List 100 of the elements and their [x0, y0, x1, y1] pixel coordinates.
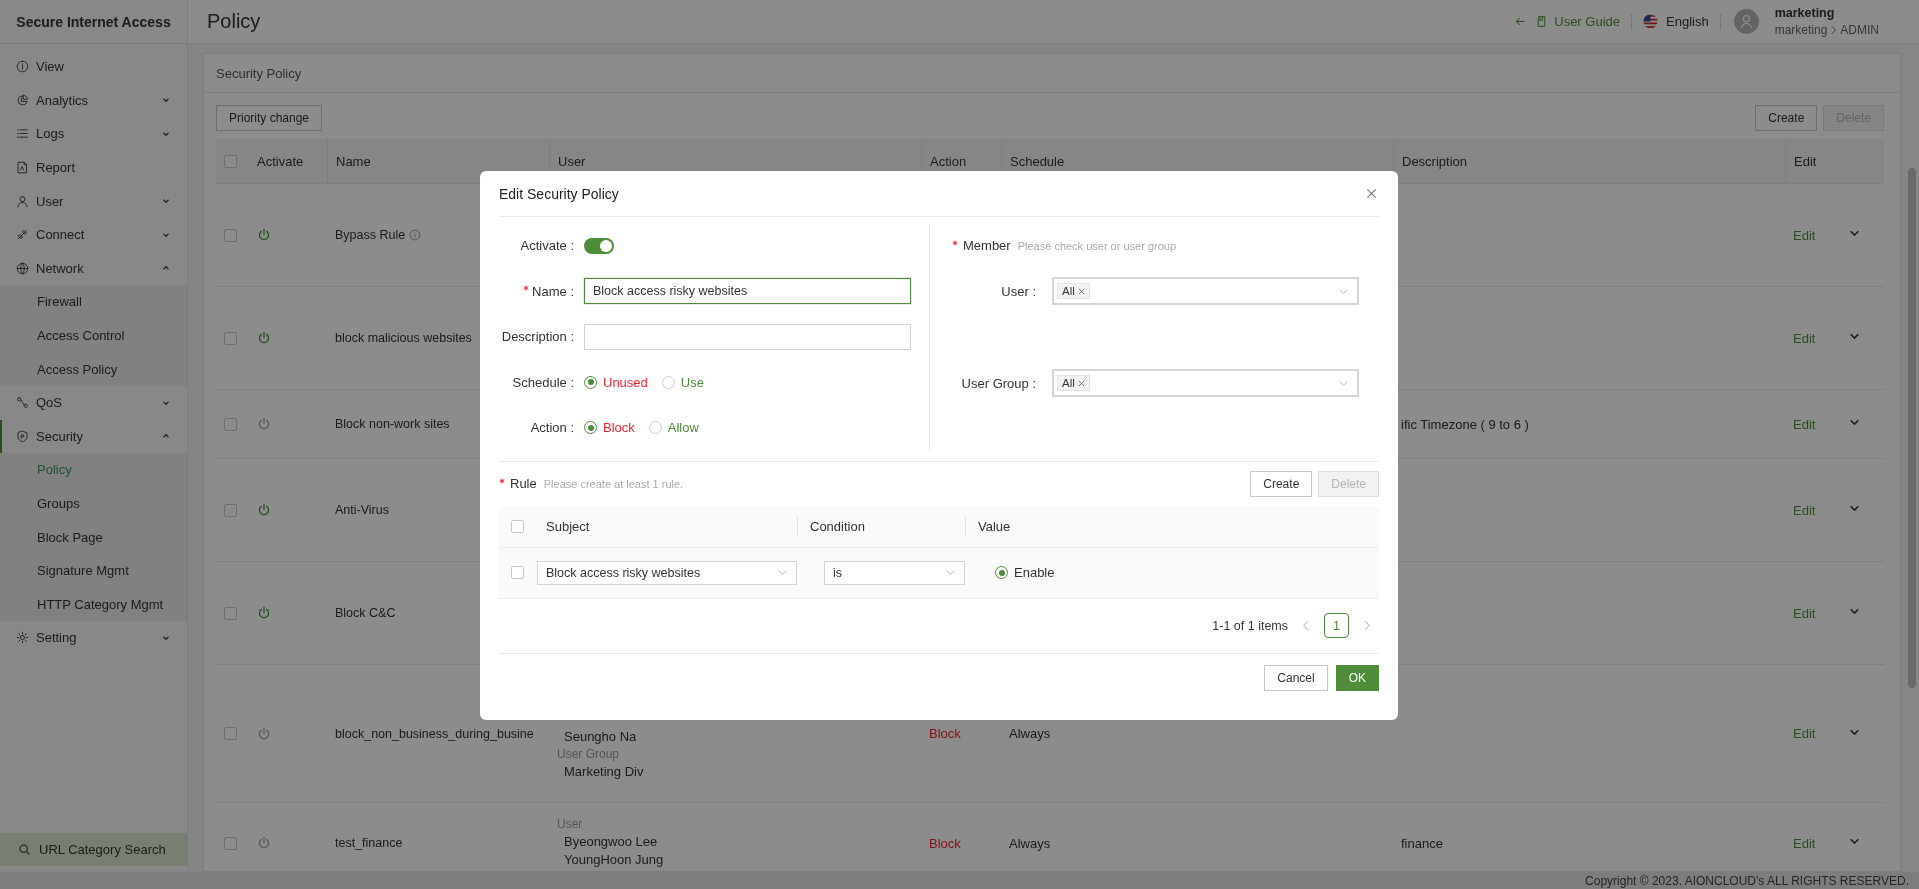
sidebar-subitem[interactable]: Signature Mgmt	[0, 553, 187, 588]
radio-button[interactable]	[584, 375, 597, 389]
checkbox[interactable]	[510, 519, 524, 533]
tag-label: All	[1062, 377, 1075, 389]
checkbox[interactable]	[224, 836, 237, 850]
panel-title: Security Policy	[204, 54, 1900, 93]
required-mark-icon	[523, 284, 530, 291]
power-icon[interactable]	[257, 503, 271, 517]
avatar-icon[interactable]	[1733, 9, 1759, 34]
power-icon[interactable]	[257, 417, 271, 431]
user-name-cell-text: Marketing Div	[563, 764, 644, 779]
toolbar-button[interactable]: Create	[1755, 105, 1818, 131]
user-name: marketing	[1774, 6, 1836, 20]
app-title: Secure Internet Access	[0, 0, 187, 44]
edit-link[interactable]: Edit	[1793, 330, 1816, 346]
radio-button[interactable]	[648, 421, 662, 435]
close-icon[interactable]	[1366, 188, 1377, 199]
sidebar-subitem[interactable]: HTTP Category Mgmt	[0, 587, 187, 622]
hint-text: Please check user or user group	[1017, 239, 1177, 252]
condition-select[interactable]: is	[824, 560, 965, 585]
sidebar-subitem[interactable]: Access Policy	[0, 352, 187, 386]
column-header: Subject	[546, 518, 590, 534]
sidebar-label: QoS	[36, 395, 63, 411]
table-cell: Always	[1009, 835, 1051, 851]
user-guide-link[interactable]: User Guide	[1535, 14, 1620, 29]
cancel-button[interactable]: Cancel	[1264, 664, 1328, 691]
menu-icon	[16, 194, 29, 208]
checkbox[interactable]	[224, 417, 237, 431]
field-label: Description :	[501, 329, 574, 345]
flag-icon	[1643, 14, 1658, 29]
edit-link[interactable]: Edit	[1793, 726, 1816, 741]
menu-icon	[16, 631, 29, 645]
priority-change-button[interactable]: Priority change	[216, 105, 323, 131]
power-icon[interactable]	[257, 726, 271, 741]
multi-select-field[interactable]: All	[1052, 277, 1359, 305]
sidebar-item[interactable]: Report	[0, 150, 187, 185]
checkbox[interactable]	[224, 727, 237, 740]
section-label: Rule	[510, 476, 537, 491]
edit-link[interactable]: Edit	[1793, 416, 1816, 432]
name-input-field[interactable]: Block access risky websites	[584, 278, 911, 305]
activate-toggle[interactable]	[584, 237, 614, 254]
sidebar-subitem[interactable]: Access Control	[0, 318, 187, 353]
sidebar-item[interactable]: Connect	[0, 217, 187, 252]
checkbox[interactable]	[224, 503, 237, 517]
sidebar-item[interactable]: Analytics	[0, 83, 187, 118]
sidebar-subitem[interactable]: Policy	[0, 453, 187, 487]
menu-icon	[16, 93, 29, 107]
edit-link[interactable]: Edit	[1793, 227, 1816, 243]
radio-button[interactable]	[995, 566, 1008, 579]
sidebar-label: View	[36, 59, 65, 75]
rule-button[interactable]: Create	[1250, 470, 1313, 497]
user-type-label: User	[557, 817, 583, 831]
language-selector[interactable]: English	[1666, 14, 1709, 29]
sidebar-item[interactable]: View	[0, 50, 187, 84]
sidebar-label: Connect	[36, 227, 86, 243]
radio-label: Use	[680, 374, 704, 390]
field-label: User :	[1000, 283, 1036, 299]
edit-link[interactable]: Edit	[1793, 605, 1816, 621]
required-mark-icon	[952, 240, 958, 246]
subject-select[interactable]: Block access risky websites	[537, 560, 797, 585]
radio-button[interactable]	[661, 375, 675, 389]
edit-link[interactable]: Edit	[1793, 502, 1816, 518]
dialog-title: Edit Security Policy	[499, 185, 619, 202]
ok-button[interactable]: OK	[1335, 664, 1379, 691]
checkbox[interactable]	[224, 606, 237, 620]
info-icon[interactable]	[409, 229, 422, 241]
next-page-icon[interactable]	[1363, 620, 1371, 631]
remove-icon[interactable]	[1077, 287, 1085, 295]
tag[interactable]: All	[1057, 375, 1090, 391]
url-search-button[interactable]: URL Category Search	[0, 833, 187, 866]
column-header: Edit	[1794, 153, 1817, 169]
sidebar-subitem[interactable]: Groups	[0, 486, 187, 521]
back-arrow-icon[interactable]	[1514, 15, 1528, 28]
checkbox[interactable]	[510, 566, 524, 579]
radio-label: Enable	[1014, 565, 1055, 580]
sidebar-item[interactable]: User	[0, 184, 187, 218]
power-icon[interactable]	[257, 228, 271, 242]
edit-link[interactable]: Edit	[1793, 835, 1816, 851]
power-icon[interactable]	[257, 836, 271, 850]
radio-button[interactable]	[584, 421, 597, 435]
sidebar-item[interactable]: Setting	[0, 621, 187, 655]
checkbox[interactable]	[224, 154, 237, 168]
description-input-field[interactable]	[584, 323, 911, 350]
power-icon[interactable]	[257, 331, 271, 345]
menu-icon	[16, 261, 29, 275]
checkbox[interactable]	[224, 331, 237, 345]
menu-icon	[16, 429, 29, 443]
sidebar-item[interactable]: Logs	[0, 117, 187, 151]
tag[interactable]: All	[1057, 283, 1090, 299]
remove-icon[interactable]	[1077, 379, 1085, 387]
table-cell: Anti-Virus	[335, 503, 389, 517]
user-name-cell-text: Seungho Na	[563, 729, 637, 744]
multi-select-field[interactable]: All	[1052, 369, 1359, 397]
previous-page-icon[interactable]	[1302, 620, 1310, 631]
checkbox[interactable]	[224, 228, 237, 242]
table-cell: test_finance	[335, 836, 403, 850]
power-icon[interactable]	[257, 606, 271, 620]
sidebar-subitem[interactable]: Block Page	[0, 520, 187, 554]
page-button[interactable]: 1	[1324, 613, 1349, 638]
sidebar-subitem[interactable]: Firewall	[0, 285, 187, 319]
